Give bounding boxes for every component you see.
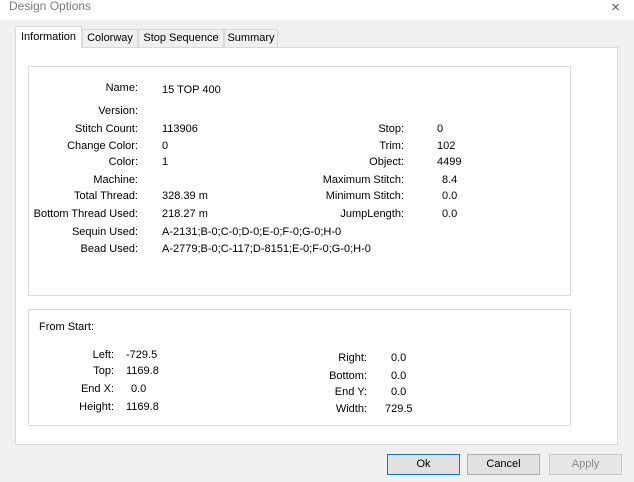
top-value: 1169.8: [126, 365, 159, 377]
name-value: 15 TOP 400: [162, 84, 221, 96]
height-label: Height:: [79, 401, 114, 413]
right-value: 0.0: [391, 352, 407, 364]
apply-button[interactable]: Apply: [549, 454, 622, 475]
cancel-button[interactable]: Cancel: [467, 454, 540, 475]
sequin-label: Sequin Used:: [71, 226, 138, 238]
from-start-group: From Start: Left: -729.5 Top: 1169.8 End…: [28, 309, 571, 426]
bead-label: Bead Used:: [80, 243, 138, 255]
total-thread-value: 328.39 m: [162, 190, 208, 202]
maximum-stitch-value: 8.4: [442, 174, 458, 186]
top-label: Top:: [93, 365, 114, 377]
trim-label: Trim:: [379, 140, 404, 152]
tab-stop-sequence[interactable]: Stop Sequence: [138, 29, 224, 47]
bottom-label: Bottom:: [329, 370, 367, 382]
bottom-thread-label: Bottom Thread Used:: [33, 208, 138, 220]
right-label: Right:: [338, 352, 367, 364]
change-color-label: Change Color:: [67, 140, 138, 152]
name-label: Name:: [105, 82, 138, 94]
stop-value: 0: [437, 123, 444, 135]
total-thread-label: Total Thread:: [73, 190, 138, 202]
title-bar: Design Options ×: [0, 0, 634, 20]
machine-label: Machine:: [93, 174, 138, 186]
jump-length-label: JumpLength:: [340, 208, 404, 220]
window-title: Design Options: [9, 0, 92, 13]
bottom-thread-value: 218.27 m: [162, 208, 208, 220]
object-label: Object:: [369, 156, 404, 168]
object-value: 4499: [437, 156, 462, 168]
width-label: Width:: [335, 403, 367, 415]
from-start-heading: From Start:: [39, 321, 95, 333]
stitch-count-label: Stitch Count:: [75, 123, 138, 135]
ok-button[interactable]: Ok: [387, 454, 460, 475]
minimum-stitch-value: 0.0: [442, 190, 458, 202]
bead-value: A-2779;B-0;C-117;D-8151;E-0;F-0;G-0;H-0: [162, 243, 371, 255]
change-color-value: 0: [162, 140, 169, 152]
tab-information[interactable]: Information: [15, 26, 82, 48]
sequin-value: A-2131;B-0;C-0;D-0;E-0;F-0;G-0;H-0: [162, 226, 342, 238]
width-value: 729.5: [385, 403, 413, 415]
maximum-stitch-label: Maximum Stitch:: [322, 174, 404, 186]
stitch-count-value: 113906: [162, 123, 198, 135]
minimum-stitch-label: Minimum Stitch:: [325, 190, 404, 202]
tab-summary[interactable]: Summary: [224, 29, 278, 47]
end-x-label: End X:: [80, 383, 114, 395]
trim-value: 102: [437, 140, 456, 152]
color-label: Color:: [108, 156, 138, 168]
tab-panel-information: Name: 15 TOP 400 Version: Stitch Count: …: [15, 47, 618, 445]
tab-colorway[interactable]: Colorway: [82, 29, 138, 47]
bottom-value: 0.0: [391, 370, 407, 382]
end-y-value: 0.0: [391, 386, 407, 398]
jump-length-value: 0.0: [442, 208, 458, 220]
left-value: -729.5: [126, 349, 158, 361]
version-label: Version:: [98, 105, 138, 117]
left-label: Left:: [92, 349, 114, 361]
height-value: 1169.8: [126, 401, 159, 413]
color-value: 1: [162, 156, 169, 168]
stop-label: Stop:: [378, 123, 404, 135]
end-x-value: 0.0: [131, 383, 147, 395]
end-y-label: End Y:: [334, 386, 367, 398]
info-group: Name: 15 TOP 400 Version: Stitch Count: …: [28, 66, 571, 296]
close-icon[interactable]: ×: [611, 0, 620, 16]
